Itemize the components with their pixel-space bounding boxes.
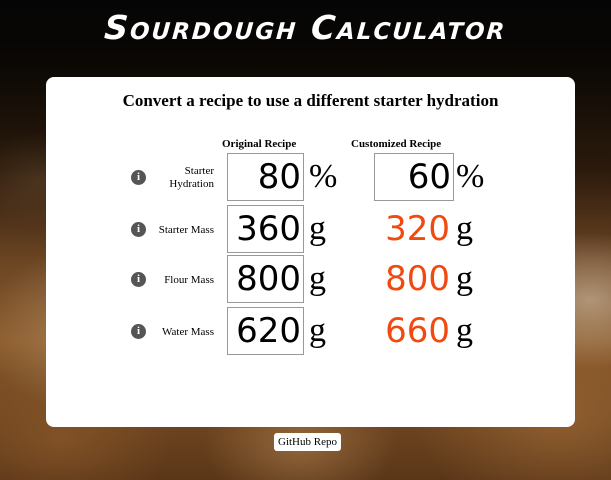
unit-label: g <box>309 260 326 297</box>
calculator-card: Convert a recipe to use a different star… <box>46 77 575 427</box>
card-heading: Convert a recipe to use a different star… <box>122 91 499 110</box>
original-starter-hydration-input[interactable] <box>227 153 304 201</box>
custom-water-mass-value: 660 <box>385 311 450 351</box>
row-water-mass: i Water Mass g 660 g <box>46 307 575 357</box>
row-label: Starter Hydration <box>169 165 214 190</box>
custom-starter-hydration-input[interactable] <box>374 153 454 201</box>
app-title: Sourdough Calculator <box>103 8 508 47</box>
row-starter-mass: i Starter Mass g 320 g <box>46 205 575 255</box>
unit-label: g <box>456 260 473 297</box>
custom-starter-mass-value: 320 <box>385 209 450 249</box>
unit-label: % <box>309 158 338 195</box>
unit-label: g <box>456 210 473 247</box>
unit-label: % <box>456 158 485 195</box>
row-flour-mass: i Flour Mass g 800 g <box>46 255 575 305</box>
original-starter-mass-input[interactable] <box>227 205 304 253</box>
row-starter-hydration: i Starter Hydration % % <box>46 153 575 203</box>
original-flour-mass-input[interactable] <box>227 255 304 303</box>
row-label: Flour Mass <box>164 273 214 286</box>
original-water-mass-input[interactable] <box>227 307 304 355</box>
column-header-customized: Customized Recipe <box>351 138 442 150</box>
unit-label: g <box>309 312 326 349</box>
custom-flour-mass-value: 800 <box>385 259 450 299</box>
unit-label: g <box>456 312 473 349</box>
row-label: Starter Mass <box>158 223 214 236</box>
column-header-original: Original Recipe <box>222 138 297 150</box>
row-label: Water Mass <box>162 325 214 338</box>
github-repo-link[interactable]: GitHub Repo <box>274 433 341 451</box>
unit-label: g <box>309 210 326 247</box>
